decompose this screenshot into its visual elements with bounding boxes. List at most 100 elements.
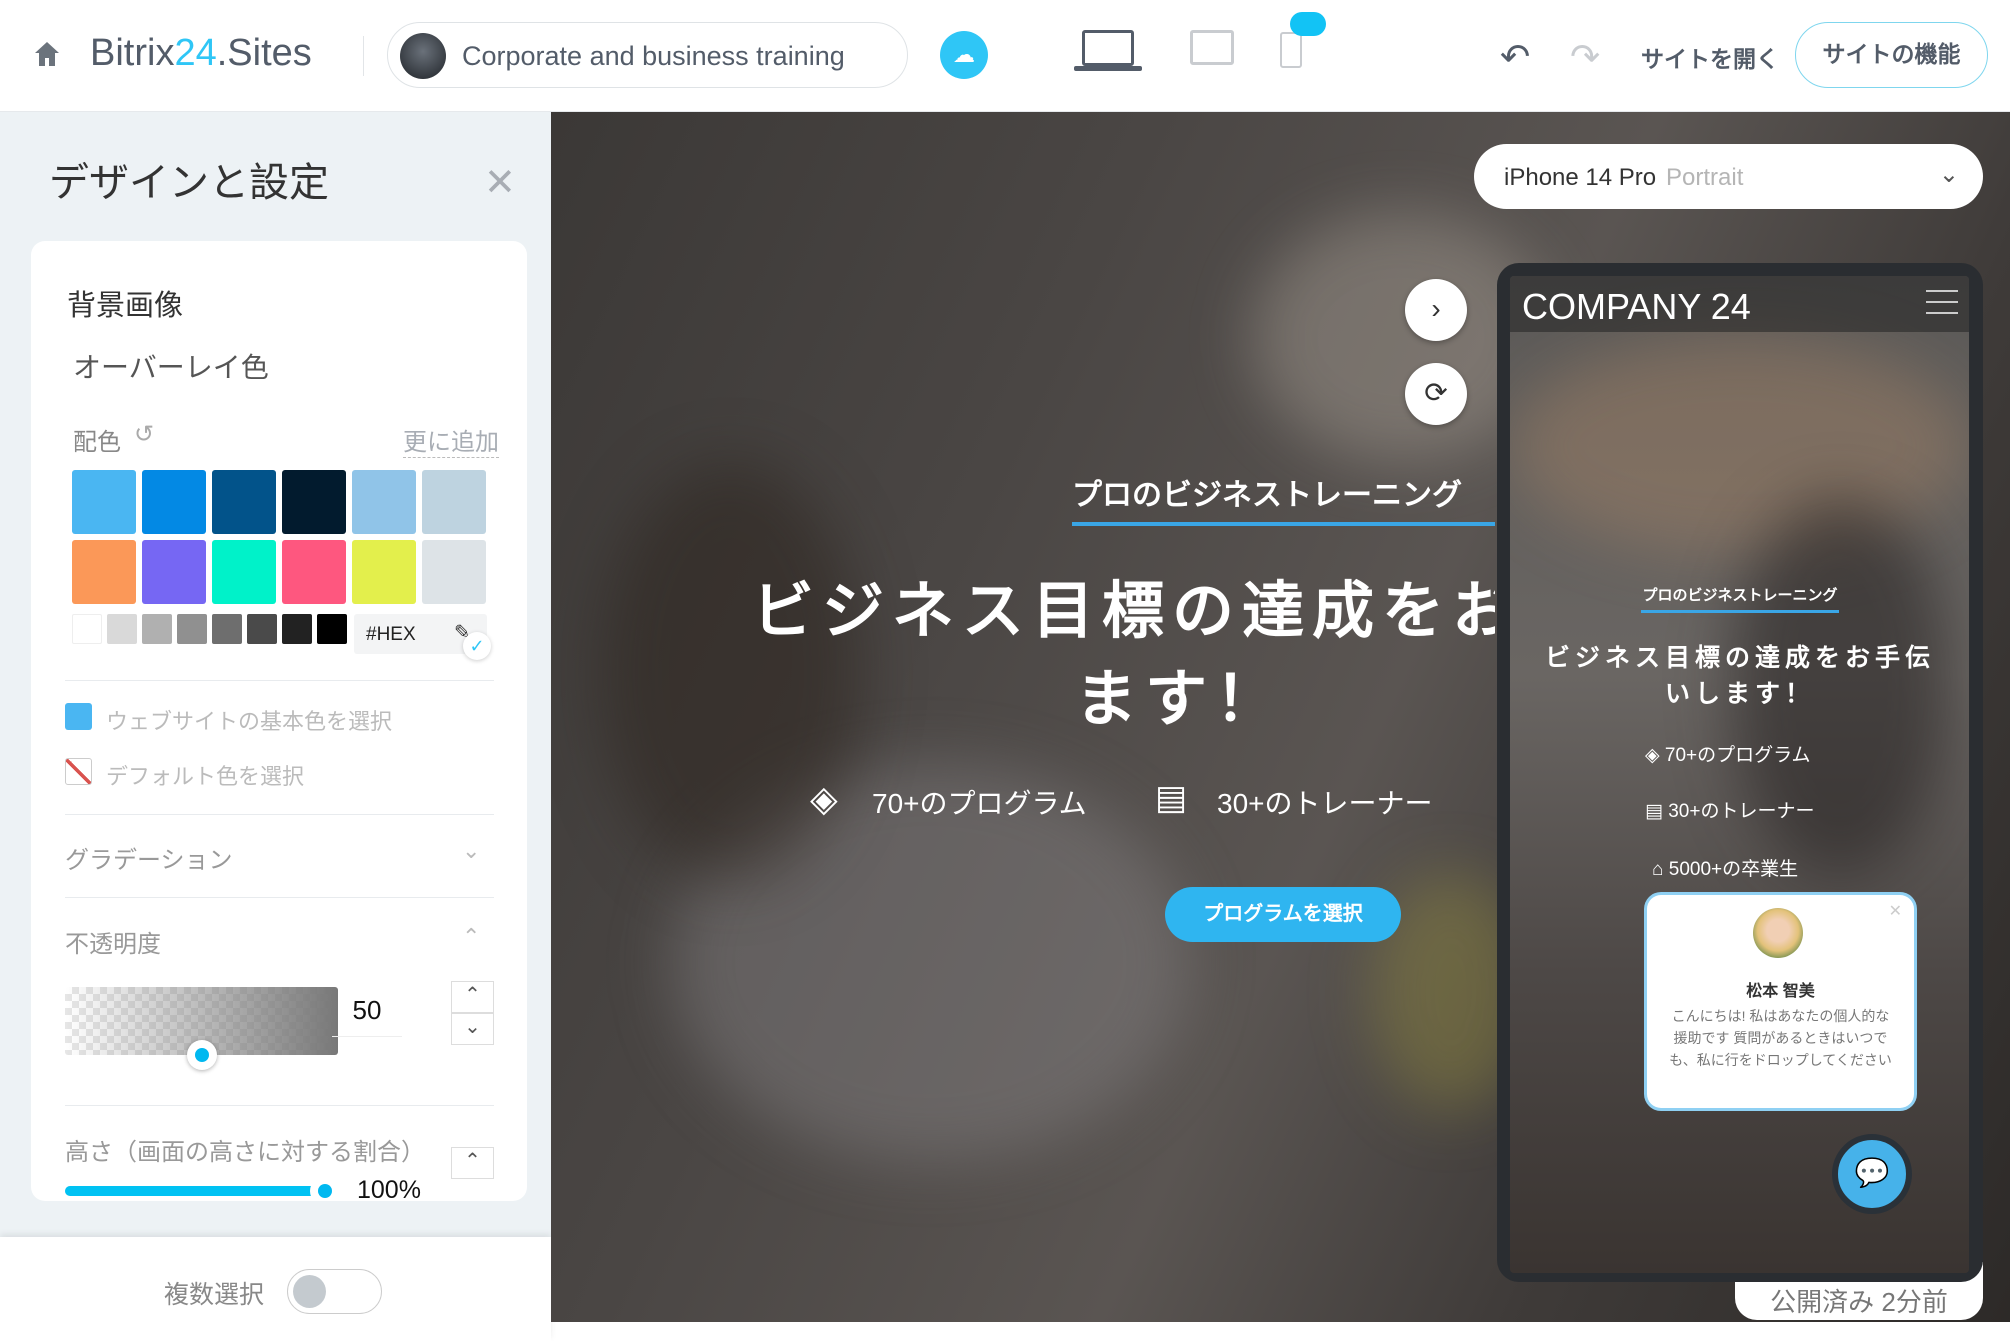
stat-text: 5000+の卒業生: [1668, 859, 1799, 880]
stat-text: 30+のトレーナー: [1668, 801, 1815, 822]
color-swatch[interactable]: [212, 470, 276, 534]
height-increment[interactable]: ⌃: [451, 1147, 494, 1179]
height-label: 高さ（画面の高さに対する割合）: [65, 1139, 425, 1166]
chat-button[interactable]: 💬: [1832, 1134, 1912, 1214]
hamburger-icon[interactable]: [1926, 290, 1958, 314]
stat-text: 70+のプログラム: [1664, 745, 1811, 766]
overlay-label: オーバーレイ色: [73, 352, 269, 383]
gray-swatch[interactable]: [142, 614, 172, 644]
gray-swatch[interactable]: [317, 614, 347, 644]
gradient-section[interactable]: グラデーション: [65, 840, 233, 875]
trainer-icon: ▤: [1645, 801, 1669, 822]
height-slider[interactable]: [65, 1186, 327, 1196]
next-arrow-button[interactable]: ›: [1405, 279, 1467, 341]
add-more-link[interactable]: 更に追加: [403, 422, 499, 458]
hex-placeholder: #HEX: [366, 624, 416, 645]
gray-swatch[interactable]: [212, 614, 242, 644]
site-selector[interactable]: Corporate and business training: [387, 22, 908, 88]
bottom-bar: 複数選択: [0, 1237, 551, 1341]
phone-stat-programs: ◈ 70+のプログラム: [1645, 740, 1811, 767]
gray-swatch[interactable]: [247, 614, 277, 644]
opacity-increment[interactable]: ⌃: [451, 981, 494, 1013]
cta-button[interactable]: プログラムを選択: [1165, 887, 1401, 942]
gray-swatch[interactable]: [282, 614, 312, 644]
tablet-icon[interactable]: [1190, 30, 1234, 65]
color-swatch[interactable]: [282, 470, 346, 534]
divider: [65, 897, 494, 898]
opacity-decrement[interactable]: ⌄: [451, 1013, 494, 1045]
chevron-up-icon[interactable]: ⌃: [462, 924, 480, 950]
chat-icon: 💬: [1854, 1157, 1890, 1188]
redo-icon[interactable]: ↷: [1570, 36, 1600, 78]
rotate-icon[interactable]: ⟳: [1405, 363, 1467, 425]
logo-number: 24: [174, 32, 217, 74]
gray-swatch[interactable]: [177, 614, 207, 644]
chevron-down-icon[interactable]: ⌄: [462, 838, 480, 864]
multi-select-label: 複数選択: [164, 1281, 265, 1309]
chevron-down-icon: ⌄: [1938, 161, 1959, 188]
device-orientation: Portrait: [1666, 164, 1744, 191]
site-name: Corporate and business training: [462, 41, 845, 71]
laptop-icon[interactable]: [1082, 30, 1134, 66]
chat-close-icon[interactable]: ✕: [1889, 901, 1902, 921]
color-swatch[interactable]: [142, 540, 206, 604]
logo-text: Bitrix: [90, 32, 175, 74]
color-swatch[interactable]: [72, 470, 136, 534]
default-color-label[interactable]: デフォルト色を選択: [106, 759, 304, 791]
chat-name: 松本 智美: [1746, 983, 1815, 1000]
color-swatch[interactable]: [282, 540, 346, 604]
default-color-checkbox[interactable]: [65, 758, 92, 785]
reset-icon[interactable]: ↺: [134, 420, 154, 449]
open-site-link[interactable]: サイトを開く: [1641, 40, 1779, 74]
close-icon[interactable]: ✕: [484, 160, 516, 205]
hero-headline-1: ビジネス目標の達成をお: [752, 577, 1495, 646]
color-swatch[interactable]: [142, 470, 206, 534]
color-swatch[interactable]: [422, 470, 486, 534]
laptop-base: [1074, 66, 1142, 71]
phone-subtitle-underline: [1641, 610, 1839, 613]
site-thumbnail: [400, 33, 446, 79]
phone-brand: COMPANY 24: [1522, 286, 1751, 327]
color-swatch[interactable]: [212, 540, 276, 604]
hero-subtitle: プロのビジネストレーニング: [1072, 479, 1462, 512]
divider: [363, 36, 364, 76]
site-color-checkbox[interactable]: [65, 703, 92, 730]
phone-headline-1: ビジネス目標の達成をお手伝: [1544, 644, 1936, 672]
phone-subtitle: プロのビジネストレーニング: [1642, 587, 1838, 604]
opacity-value[interactable]: 50: [332, 995, 402, 1037]
gray-swatch[interactable]: [72, 614, 102, 644]
gray-swatch[interactable]: [107, 614, 137, 644]
color-swatch[interactable]: [352, 470, 416, 534]
phone-headline-2: いします！: [1664, 680, 1816, 708]
trainer-icon: ▤: [1155, 779, 1188, 817]
check-icon: ✓: [463, 632, 491, 660]
opacity-label: 不透明度: [65, 931, 161, 958]
multi-select-toggle[interactable]: [287, 1269, 382, 1314]
device-dropdown[interactable]: iPhone 14 Pro Portrait ⌄: [1474, 144, 1983, 209]
phone-stat-trainers: ▤ 30+のトレーナー: [1645, 796, 1814, 823]
site-features-button[interactable]: サイトの機能: [1795, 22, 1988, 88]
phone-icon[interactable]: [1280, 32, 1302, 68]
hero-headline-2: ます！: [1074, 665, 1286, 734]
device-name: iPhone 14 Pro: [1504, 164, 1657, 191]
site-color-label[interactable]: ウェブサイトの基本色を選択: [106, 704, 392, 736]
divider: [65, 1105, 494, 1106]
panel-gap: [0, 1201, 551, 1237]
graduation-icon: ⌂: [1652, 859, 1669, 880]
undo-icon[interactable]: ↶: [1500, 36, 1530, 78]
phone-stat-graduates: ⌂ 5000+の卒業生: [1652, 854, 1798, 881]
hero-subtitle-underline: [1072, 522, 1495, 526]
avatar: [1753, 908, 1803, 958]
color-swatch[interactable]: [72, 540, 136, 604]
home-icon[interactable]: [34, 40, 60, 68]
active-device-dot: [1290, 12, 1326, 36]
opacity-slider-thumb[interactable]: [186, 1040, 217, 1070]
chat-message: こんにちは! 私はあなたの個人的な援助です 質問があるときはいつでも、私に行をド…: [1669, 1008, 1892, 1068]
color-swatch[interactable]: [422, 540, 486, 604]
top-header: Bitrix24.Sites Corporate and business tr…: [0, 0, 2010, 112]
panel-title: デザインと設定: [49, 161, 329, 205]
chat-popup[interactable]: ✕ 松本 智美 こんにちは! 私はあなたの個人的な援助です 質問があるときはいつ…: [1647, 895, 1914, 1108]
cloud-icon[interactable]: ☁: [940, 31, 988, 79]
color-swatch[interactable]: [352, 540, 416, 604]
logo[interactable]: Bitrix24.Sites: [90, 32, 312, 75]
